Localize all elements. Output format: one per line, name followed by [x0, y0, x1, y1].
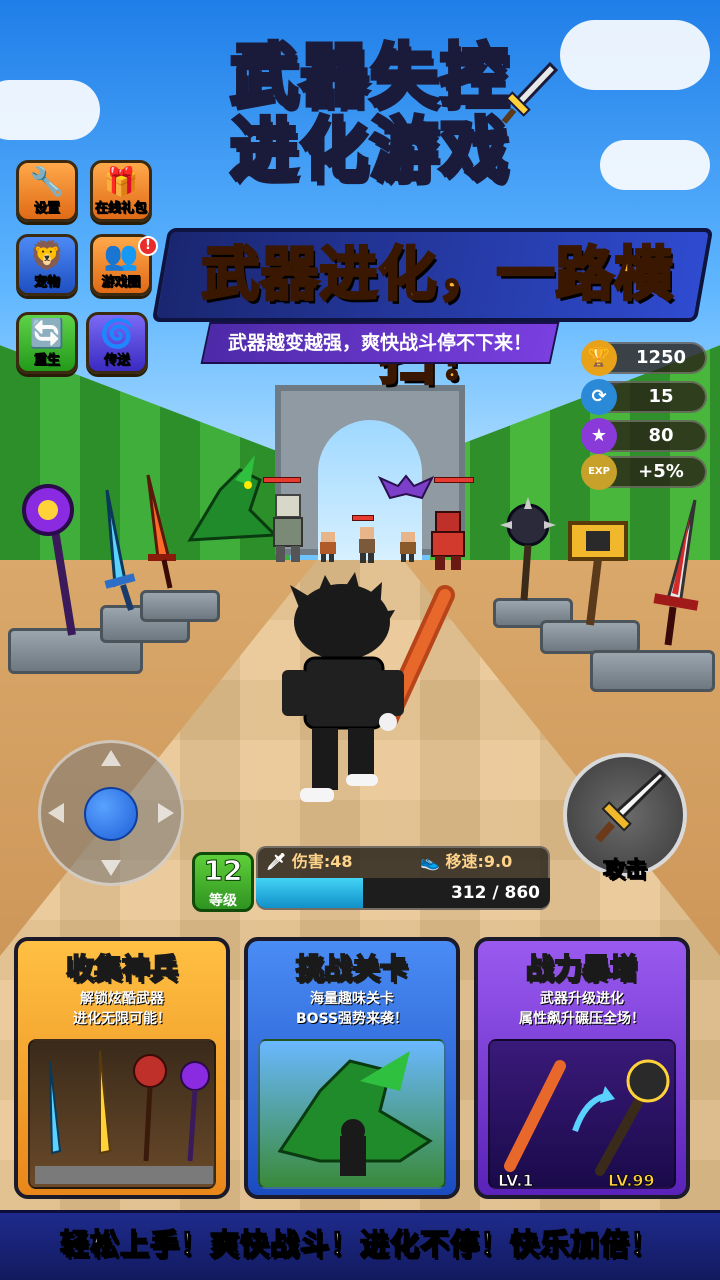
- star-gem-icon: ★: [581, 418, 617, 454]
- xp-text: 312 / 860: [450, 883, 540, 903]
- refresh-stat: ⟳ 15: [581, 379, 707, 415]
- portal-icon: 🌀: [99, 317, 135, 350]
- arrow-down-icon: [101, 860, 121, 876]
- refresh-arrows-icon: 🔄: [29, 317, 65, 350]
- damage-stat: 🗡 伤害:48: [266, 850, 353, 874]
- card-desc: 武器升级进化 属性飙升碾压全场！: [478, 989, 686, 1029]
- card-art-weapons: [28, 1039, 216, 1189]
- cloud: [600, 140, 710, 190]
- trophy-icon: 🏆: [581, 340, 617, 376]
- online-gift-button[interactable]: 🎁 在线礼包: [90, 160, 152, 222]
- settings-button[interactable]: 🔧 设置: [16, 160, 78, 222]
- blue-sword-icon: [49, 1060, 62, 1155]
- skeleton-enemy[interactable]: [268, 490, 308, 565]
- game-circle-label: 游戏圈: [101, 275, 141, 291]
- online-gift-label: 在线礼包: [94, 201, 148, 217]
- card-title: 收集神兵: [65, 951, 179, 986]
- red-demon-enemy[interactable]: [426, 508, 470, 572]
- spiked-mace-weapon[interactable]: [498, 495, 558, 605]
- settings-label: 设置: [33, 201, 61, 217]
- green-dragon-enemy[interactable]: [180, 450, 280, 550]
- speed-stat: 👟 移速:9.0: [420, 850, 512, 874]
- footer-slogan: 轻松上手！爽快战斗！进化不停！快乐加倍！: [59, 1226, 660, 1262]
- speed-label: 移速:9.0: [445, 852, 513, 871]
- card-title: 挑战关卡: [295, 951, 409, 986]
- card-desc-line: 解锁炫酷武器: [80, 991, 164, 1007]
- gift-box-icon: 🎁: [103, 165, 139, 198]
- cloud: [560, 20, 710, 90]
- refresh-value: 15: [648, 386, 674, 407]
- crimson-sword-weapon[interactable]: [640, 495, 710, 655]
- spiked-club-lv99-icon: [626, 1059, 670, 1103]
- card-desc-line: 武器升级进化: [540, 991, 624, 1007]
- card-desc: 解锁炫酷武器 进化无限可能！: [18, 989, 226, 1029]
- wrench-gear-icon: 🔧: [29, 165, 65, 198]
- feature-card-challenge[interactable]: 挑战关卡 海量趣味关卡 BOSS强势来袭！: [244, 937, 460, 1199]
- gem-stat: ★ 80: [581, 418, 707, 454]
- teleport-label: 传送: [103, 353, 131, 369]
- golden-hammer-weapon[interactable]: [560, 515, 640, 630]
- notification-badge: !: [138, 236, 158, 256]
- card-art-upgrade: LV.1 LV.99: [488, 1039, 676, 1189]
- lv-to-label: LV.99: [608, 1171, 655, 1189]
- feature-card-collect[interactable]: 收集神兵 解锁炫酷武器 进化无限可能！: [14, 937, 230, 1199]
- pet-label: 宠物: [33, 275, 61, 291]
- trophy-value: 1250: [635, 347, 687, 368]
- player-character[interactable]: [270, 570, 470, 810]
- rebirth-button[interactable]: 🔄 重生: [16, 312, 78, 374]
- game-title: 武器失控 进化游戏: [190, 37, 550, 190]
- purple-staff-icon: [180, 1061, 210, 1091]
- gem-value: 80: [648, 425, 674, 446]
- exp-icon: EXP: [581, 454, 617, 490]
- upgrade-arrow-icon: [572, 1093, 606, 1132]
- card-desc-line: 属性飙升碾压全场！: [519, 1011, 645, 1027]
- enemy-health-bar: [352, 515, 374, 521]
- arrow-left-icon: [48, 803, 64, 823]
- title-line-2: 进化游戏: [228, 111, 510, 190]
- enemy-health-bar: [434, 477, 474, 483]
- card-desc-line: 海量趣味关卡: [310, 991, 394, 1007]
- purple-staff-weapon[interactable]: [20, 480, 90, 640]
- attack-label: 攻击: [602, 858, 647, 884]
- bat-lv1-icon: [504, 1060, 566, 1172]
- sword-mini-icon: 🗡: [266, 852, 287, 871]
- red-mace-icon: [133, 1054, 167, 1088]
- rebirth-label: 重生: [33, 353, 61, 369]
- joystick-knob[interactable]: [84, 787, 138, 841]
- villager-enemy[interactable]: [398, 530, 418, 564]
- damage-label: 伤害:48: [291, 852, 353, 871]
- card-desc-line: 进化无限可能！: [73, 1011, 171, 1027]
- cloud: [0, 80, 100, 140]
- exp-value: +5%: [638, 461, 684, 482]
- pet-button[interactable]: 🦁 宠物: [16, 234, 78, 296]
- red-sword-weapon[interactable]: [140, 470, 190, 600]
- weapon-pedestal: [590, 650, 715, 692]
- subline-text: 武器越变越强，爽快战斗停不下来！: [227, 332, 532, 354]
- lion-icon: 🦁: [29, 239, 65, 272]
- sword-icon: [594, 769, 666, 843]
- title-line-1: 武器失控: [228, 37, 510, 116]
- xp-bar-fill: [256, 878, 363, 908]
- feature-card-power[interactable]: 战力暴增 武器升级进化 属性飙升碾压全场！ LV.1 LV.99: [474, 937, 690, 1199]
- shoe-icon: 👟: [420, 852, 440, 871]
- arrow-right-icon: [158, 803, 174, 823]
- card-desc: 海量趣味关卡 BOSS强势来袭！: [248, 989, 456, 1029]
- teleport-button[interactable]: 🌀 传送: [86, 312, 148, 374]
- title-sword-icon: [501, 61, 559, 124]
- arrow-up-icon: [101, 750, 121, 766]
- villager-enemy[interactable]: [356, 525, 378, 565]
- lv-from-label: LV.1: [498, 1171, 534, 1189]
- card-art-dragon: [258, 1039, 446, 1189]
- level-label: 等级: [209, 893, 237, 909]
- gold-sword-icon: [99, 1050, 112, 1155]
- card-desc-line: BOSS强势来袭！: [295, 1011, 409, 1027]
- villager-enemy[interactable]: [318, 530, 338, 564]
- refresh-arrows-icon: ⟳: [581, 379, 617, 415]
- level-number: 12: [203, 854, 243, 888]
- card-title: 战力暴增: [525, 951, 639, 986]
- headline-text: 武器进化，一路横扫！: [200, 239, 674, 394]
- bat-enemy[interactable]: [378, 468, 434, 504]
- trophy-stat: 🏆 1250: [581, 340, 707, 376]
- exp-stat: EXP +5%: [581, 454, 707, 490]
